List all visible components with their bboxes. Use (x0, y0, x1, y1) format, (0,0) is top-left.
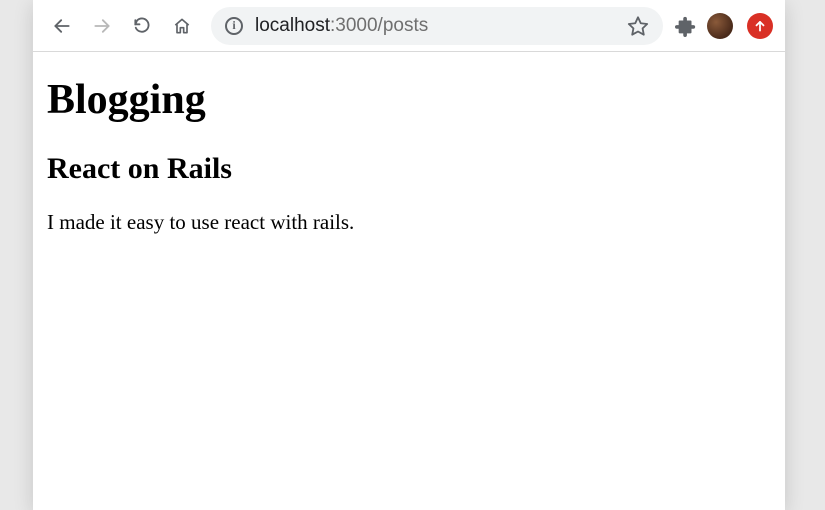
update-button[interactable] (747, 13, 773, 39)
bookmark-button[interactable] (627, 15, 649, 37)
reload-button[interactable] (125, 9, 159, 43)
extensions-button[interactable] (675, 15, 697, 37)
arrow-right-icon (92, 16, 112, 36)
arrow-up-icon (753, 19, 767, 33)
profile-avatar[interactable] (707, 13, 733, 39)
home-icon (172, 16, 192, 36)
forward-button[interactable] (85, 9, 119, 43)
address-bar[interactable]: i localhost:3000/posts (211, 7, 663, 45)
back-button[interactable] (45, 9, 79, 43)
post-title: React on Rails (47, 152, 771, 186)
arrow-left-icon (52, 16, 72, 36)
home-button[interactable] (165, 9, 199, 43)
browser-window: i localhost:3000/posts Blogging React on… (33, 0, 785, 510)
puzzle-icon (675, 15, 697, 37)
post-body: I made it easy to use react with rails. (47, 210, 771, 235)
url-path: :3000/posts (330, 15, 428, 36)
site-info-icon[interactable]: i (225, 17, 243, 35)
browser-toolbar: i localhost:3000/posts (33, 0, 785, 52)
star-icon (627, 15, 649, 37)
page-heading: Blogging (47, 76, 771, 124)
page-content: Blogging React on Rails I made it easy t… (33, 52, 785, 510)
url-host: localhost (255, 15, 330, 36)
url-display: localhost:3000/posts (255, 15, 615, 37)
reload-icon (132, 16, 152, 36)
